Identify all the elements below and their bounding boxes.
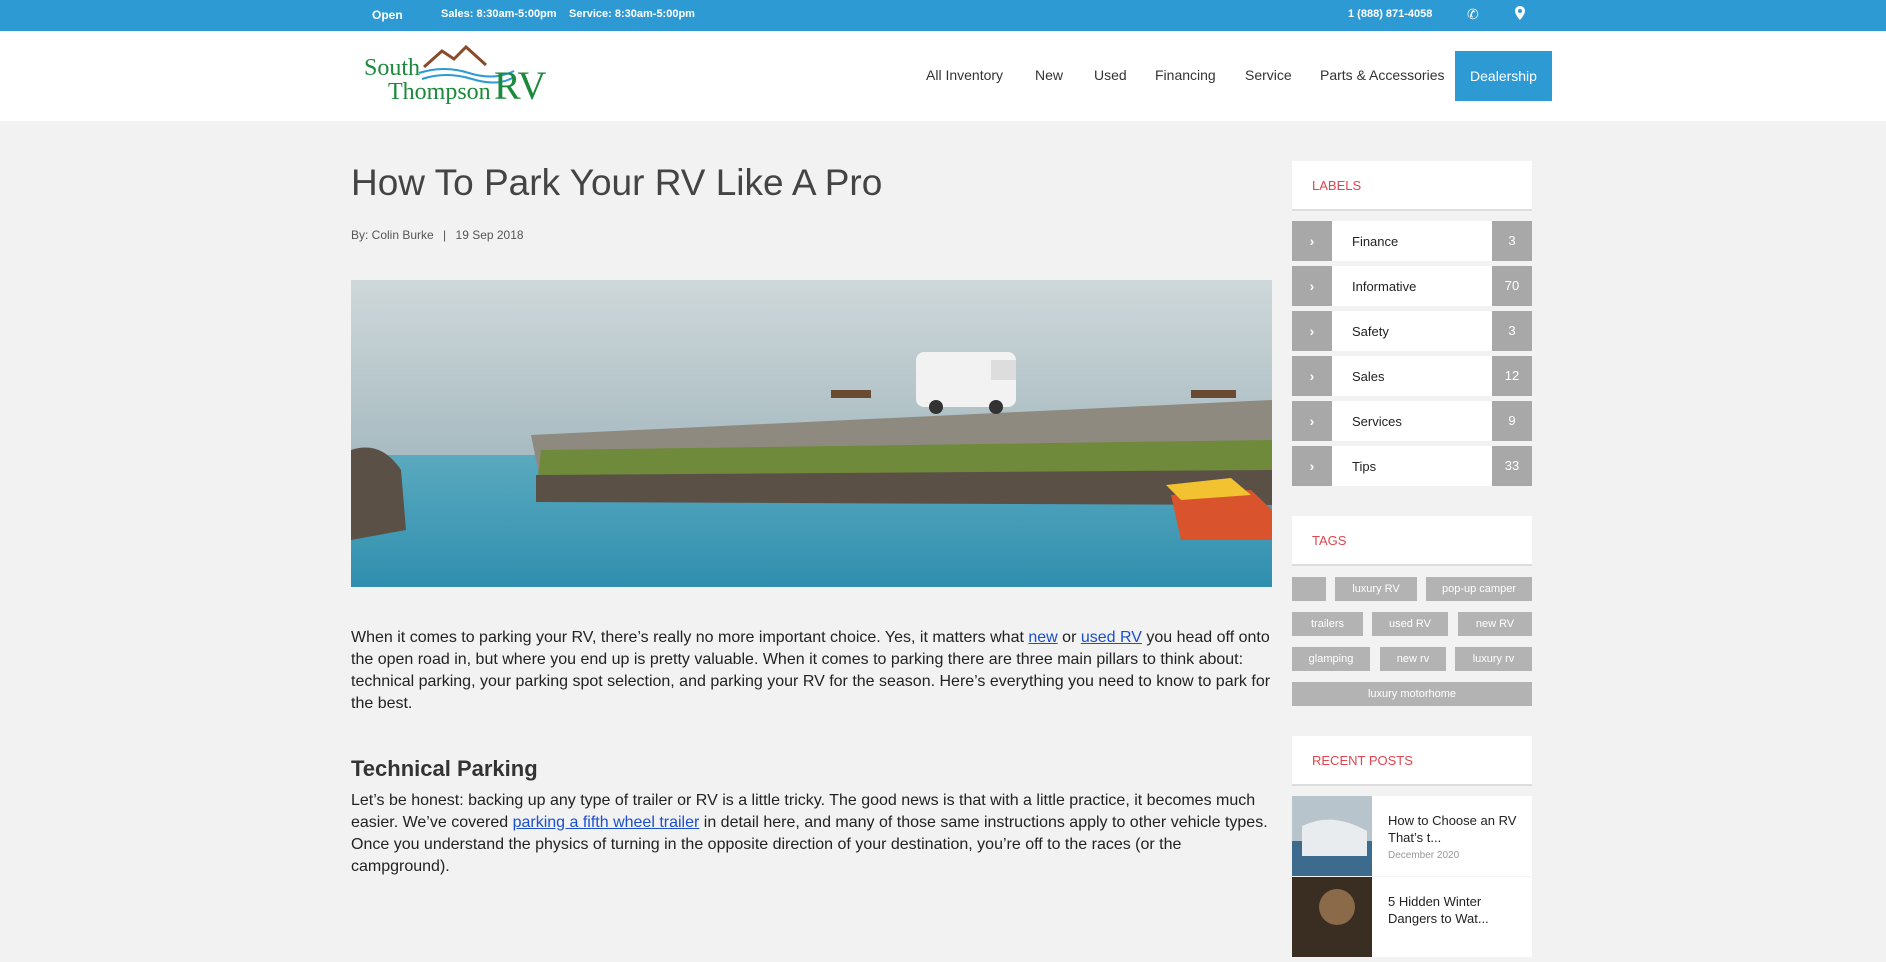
tags-panel-header: TAGS (1292, 516, 1532, 566)
article-hero-image (351, 280, 1272, 587)
recent-post-item[interactable]: How to Choose an RV That’s t... December… (1292, 796, 1532, 876)
label-name: Services (1352, 414, 1402, 429)
open-status: Open (372, 8, 403, 22)
label-item-informative[interactable]: › Informative 70 (1292, 266, 1532, 306)
map-pin-icon[interactable] (1515, 6, 1525, 23)
label-name: Finance (1352, 234, 1399, 249)
article-date: 19 Sep 2018 (455, 228, 524, 242)
label-item-safety[interactable]: › Safety 3 (1292, 311, 1532, 351)
p1-text-a: When it comes to parking your RV, there’… (351, 629, 1029, 646)
post-thumbnail (1292, 877, 1372, 957)
label-item-sales[interactable]: › Sales 12 (1292, 356, 1532, 396)
label-count: 3 (1492, 311, 1532, 351)
label-name: Safety (1352, 324, 1389, 339)
article-byline: By: Colin Burke | 19 Sep 2018 (351, 228, 524, 242)
label-count: 3 (1492, 221, 1532, 261)
phone-number[interactable]: 1 (888) 871-4058 (1348, 8, 1432, 20)
nav-used[interactable]: Used (1094, 67, 1127, 83)
nav-parts-accessories[interactable]: Parts & Accessories (1320, 67, 1445, 83)
chevron-right-icon: › (1292, 221, 1332, 261)
label-count: 12 (1492, 356, 1532, 396)
article-author: By: Colin Burke (351, 228, 434, 242)
service-hours: Service: 8:30am-5:00pm (569, 8, 695, 20)
tag-glamping[interactable]: glamping (1292, 647, 1370, 671)
chevron-right-icon: › (1292, 266, 1332, 306)
p1-text-b: or (1057, 629, 1081, 646)
tags-title: TAGS (1312, 533, 1347, 548)
label-name: Tips (1352, 459, 1377, 474)
label-count: 9 (1492, 401, 1532, 441)
phone-icon[interactable]: ✆ (1467, 6, 1479, 23)
label-name: Informative (1352, 279, 1417, 294)
nav-all-inventory[interactable]: All Inventory (926, 67, 1003, 83)
post-title: 5 Hidden Winter Dangers to Wat... (1388, 894, 1489, 926)
sales-hours: Sales: 8:30am-5:00pm (441, 8, 557, 20)
tag-new-rv-lower[interactable]: new rv (1380, 647, 1446, 671)
site-header: South Thompson RV All Inventory New Used… (0, 31, 1886, 121)
new-rv-link[interactable]: new (1028, 629, 1057, 646)
tag-pop-up-camper[interactable]: pop-up camper (1426, 577, 1532, 601)
article-title: How To Park Your RV Like A Pro (351, 162, 883, 203)
chevron-right-icon: › (1292, 446, 1332, 486)
label-item-finance[interactable]: › Finance 3 (1292, 221, 1532, 261)
post-date: December 2020 (1388, 850, 1460, 861)
nav-service[interactable]: Service (1245, 67, 1292, 83)
labels-title: LABELS (1312, 178, 1362, 193)
nav-new[interactable]: New (1035, 67, 1063, 83)
logo-thompson: Thompson (388, 79, 491, 105)
post-thumbnail (1292, 796, 1372, 876)
tag-luxury-motorhome[interactable]: luxury motorhome (1292, 682, 1532, 706)
tag-used-rv[interactable]: used RV (1372, 612, 1448, 636)
labels-panel-header: LABELS (1292, 161, 1532, 211)
label-count: 70 (1492, 266, 1532, 306)
nav-financing[interactable]: Financing (1155, 67, 1216, 83)
tag-new-rv[interactable]: new RV (1458, 612, 1532, 636)
tag-luxury-rv[interactable]: luxury RV (1335, 577, 1417, 601)
recent-posts-title: RECENT POSTS (1312, 753, 1413, 768)
label-item-tips[interactable]: › Tips 33 (1292, 446, 1532, 486)
section-heading-technical-parking: Technical Parking (351, 756, 538, 781)
chevron-right-icon: › (1292, 311, 1332, 351)
chevron-right-icon: › (1292, 356, 1332, 396)
tag-luxury-rv-lower[interactable]: luxury rv (1455, 647, 1532, 671)
article-paragraph-2: Let’s be honest: backing up any type of … (351, 790, 1275, 878)
article-paragraph-1: When it comes to parking your RV, there’… (351, 627, 1275, 715)
recent-posts-panel-header: RECENT POSTS (1292, 736, 1532, 786)
nav-dealership[interactable]: Dealership (1455, 51, 1552, 101)
label-name: Sales (1352, 369, 1385, 384)
chevron-right-icon: › (1292, 401, 1332, 441)
recent-post-item[interactable]: 5 Hidden Winter Dangers to Wat... (1292, 877, 1532, 957)
label-item-services[interactable]: › Services 9 (1292, 401, 1532, 441)
tag-blank[interactable] (1292, 577, 1326, 601)
logo-rv: RV (494, 63, 546, 108)
logo-south: South (364, 55, 420, 81)
used-rv-link[interactable]: used RV (1081, 629, 1142, 646)
site-logo[interactable]: South Thompson RV (364, 43, 554, 113)
byline-divider: | (443, 228, 447, 242)
post-title: How to Choose an RV That’s t... (1388, 813, 1517, 845)
label-count: 33 (1492, 446, 1532, 486)
fifth-wheel-link[interactable]: parking a fifth wheel trailer (513, 814, 700, 831)
top-info-bar: Open Sales: 8:30am-5:00pm Service: 8:30a… (0, 0, 1886, 31)
tag-trailers[interactable]: trailers (1292, 612, 1363, 636)
